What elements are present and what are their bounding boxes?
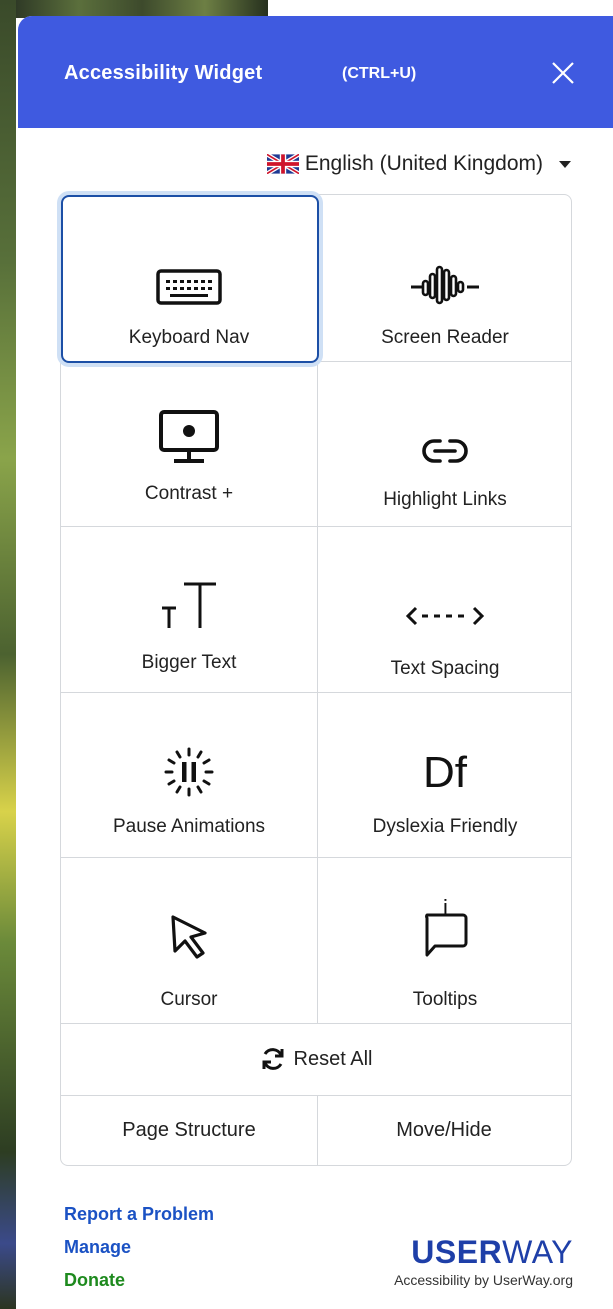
text-spacing-icon	[405, 606, 485, 626]
screen-reader-button[interactable]: Screen Reader	[317, 195, 573, 361]
soundwave-icon	[411, 265, 479, 305]
move-hide-label: Move/Hide	[396, 1118, 492, 1141]
tool-label: Bigger Text	[141, 652, 237, 673]
page-structure-button[interactable]: Page Structure	[61, 1095, 317, 1165]
close-icon	[552, 62, 574, 84]
cursor-button[interactable]: Cursor	[61, 857, 317, 1023]
accessibility-panel: Accessibility Widget (CTRL+U) English (U…	[18, 16, 613, 1309]
manage-link[interactable]: Manage	[64, 1237, 214, 1258]
tooltips-button[interactable]: i Tooltips	[317, 857, 573, 1023]
page-structure-label: Page Structure	[122, 1118, 256, 1141]
footer-links: Report a Problem Manage Donate	[64, 1204, 214, 1303]
panel-header: Accessibility Widget (CTRL+U)	[18, 16, 613, 128]
contrast-button[interactable]: Contrast +	[61, 361, 317, 526]
tool-label: Text Spacing	[390, 658, 500, 679]
close-button[interactable]	[548, 58, 578, 88]
tool-label: Pause Animations	[112, 816, 266, 837]
bigger-text-button[interactable]: Bigger Text	[61, 526, 317, 692]
pause-animations-button[interactable]: Pause Animations	[61, 692, 317, 857]
pause-animation-icon	[164, 747, 214, 797]
refresh-icon	[262, 1048, 284, 1070]
move-hide-button[interactable]: Move/Hide	[317, 1095, 571, 1165]
language-label: English (United Kingdom)	[304, 152, 543, 175]
cursor-icon	[171, 915, 207, 959]
tool-label: Cursor	[160, 989, 218, 1010]
highlight-links-button[interactable]: Highlight Links	[317, 361, 573, 526]
reset-all-button[interactable]: Reset All	[61, 1023, 571, 1095]
uk-flag-icon	[266, 154, 299, 174]
tool-label: Contrast +	[144, 483, 234, 504]
page-background	[0, 0, 16, 1309]
brand-tagline: Accessibility by UserWay.org	[394, 1272, 573, 1288]
reset-label: Reset All	[293, 1047, 373, 1070]
link-icon	[422, 439, 468, 463]
donate-link[interactable]: Donate	[64, 1270, 214, 1291]
focus-ring	[61, 195, 319, 363]
tool-label: Highlight Links	[383, 489, 507, 510]
dyslexia-friendly-button[interactable]: Df Dyslexia Friendly	[317, 692, 573, 857]
tooltip-glyph: i	[443, 895, 448, 920]
userway-brand[interactable]: USERWAY Accessibility by UserWay.org	[394, 1236, 573, 1288]
chevron-down-icon	[559, 160, 571, 168]
dyslexia-font-icon: Df	[423, 748, 467, 797]
tool-label: Screen Reader	[381, 327, 509, 348]
report-problem-link[interactable]: Report a Problem	[64, 1204, 214, 1225]
monitor-contrast-icon	[159, 410, 219, 463]
userway-logo: USERWAY	[411, 1234, 573, 1270]
text-spacing-button[interactable]: Text Spacing	[317, 526, 573, 692]
keyboard-shortcut: (CTRL+U)	[342, 65, 417, 82]
tool-label: Tooltips	[412, 989, 478, 1010]
tool-label: Dyslexia Friendly	[372, 816, 518, 837]
text-size-icon	[162, 582, 216, 628]
language-selector[interactable]: English (United Kingdom)	[266, 150, 571, 178]
tools-grid: Keyboard Nav Screen Reader Contrast + Hi…	[60, 194, 572, 1166]
panel-title: Accessibility Widget	[64, 62, 263, 84]
